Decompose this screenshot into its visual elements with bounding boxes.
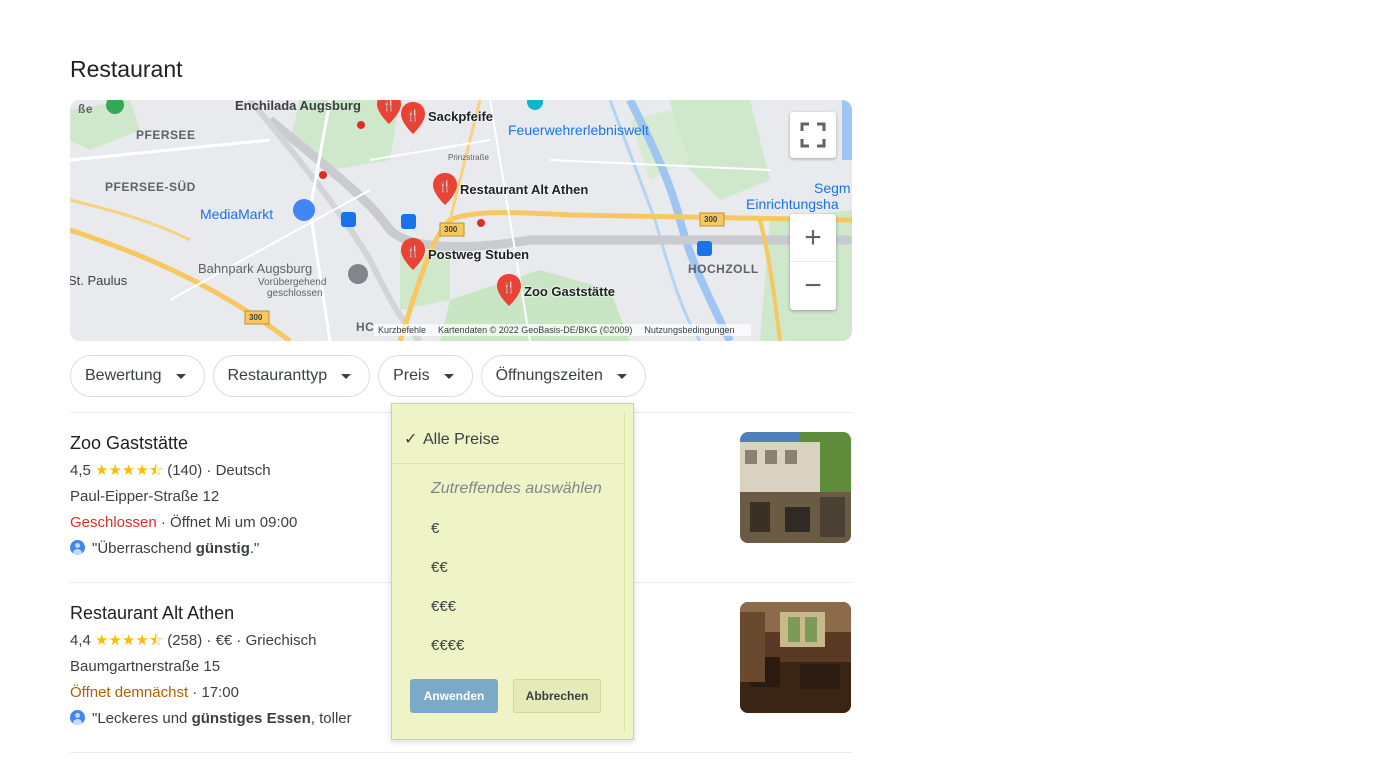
review-text: "Leckeres und [92, 710, 192, 727]
review-text-end: ." [249, 540, 260, 557]
dropdown-hint: Zutreffendes auswählen [431, 480, 602, 497]
filter-chip-opening-hours[interactable]: Öffnungszeiten [480, 355, 646, 397]
filter-chip-rating[interactable]: Bewertung [70, 355, 205, 397]
route-300-label-b: 300 [704, 215, 718, 224]
map-label-alt-athen: Restaurant Alt Athen [460, 182, 589, 197]
rating-value: 4,5 [70, 462, 91, 479]
route-300-label-c: 300 [249, 313, 263, 322]
map-label-einrichtung: Einrichtungsha [746, 196, 839, 212]
map-label-pfersee: PFERSEE [136, 128, 196, 142]
filter-chip-restaurant-type[interactable]: Restauranttyp [212, 355, 371, 397]
keyboard-shortcuts-link[interactable]: Kurzbefehle [378, 325, 426, 335]
map-label-pfersee-sued: PFERSEE-SÜD [105, 180, 196, 194]
option-label: Alle Preise [423, 431, 500, 448]
status-opens-soon: Öffnet demnächst [70, 684, 189, 701]
terms-link[interactable]: Nutzungsbedingungen [644, 325, 734, 335]
price-option-4[interactable]: €€€€ [431, 637, 464, 654]
caret-down-icon [616, 373, 627, 379]
svg-text:🍴: 🍴 [502, 281, 516, 294]
filter-label: Restauranttyp [227, 367, 328, 384]
user-avatar-icon [70, 710, 85, 725]
map-data-text: Kartendaten © 2022 GeoBasis-DE/BKG (©200… [438, 325, 633, 335]
map-label-bahnpark: Bahnpark Augsburg [198, 261, 313, 276]
option-all-prices[interactable]: ✓ Alle Preise [404, 429, 499, 449]
map-label-segm: Segm [814, 180, 851, 196]
restaurant-photo-image [740, 432, 851, 543]
map-label-bahnpark-sub2: geschlossen [267, 288, 323, 299]
zoom-in-button[interactable]: + [790, 214, 836, 262]
svg-text:🍴: 🍴 [438, 180, 452, 193]
zoom-out-button[interactable]: − [790, 262, 836, 310]
review-text-end: , toller [310, 710, 352, 727]
filter-bar: Bewertung Restauranttyp Preis Öffnungsze… [70, 355, 646, 397]
filter-label: Bewertung [85, 367, 162, 384]
filter-label: Preis [393, 367, 430, 384]
status-closed: Geschlossen [70, 514, 157, 531]
map-attribution: Kurzbefehle Kartendaten © 2022 GeoBasis-D… [374, 324, 751, 336]
result-thumbnail[interactable] [740, 432, 851, 543]
map-label-sackpfeife: Sackpfeife [428, 109, 494, 124]
map-pin-alt-athen[interactable]: 🍴 [432, 173, 458, 205]
rating-value: 4,4 [70, 632, 91, 649]
cancel-button[interactable]: Abbrechen [513, 679, 601, 713]
svg-text:🍴: 🍴 [382, 100, 396, 112]
map-pin-postweg[interactable]: 🍴 [400, 238, 426, 270]
filter-label: Öffnungszeiten [495, 367, 603, 384]
hours-text: · 17:00 [188, 684, 239, 701]
map-label-bahnpark-sub1: Vorübergehend [258, 277, 327, 288]
map-label-postweg: Postweg Stuben [428, 247, 530, 262]
price-option-3[interactable]: €€€ [431, 598, 456, 615]
fullscreen-icon [800, 122, 826, 148]
rating-stars-icon: ★★★★⯪ [95, 462, 164, 479]
map-label-feuerwehr: Feuerwehrerlebniswelt [508, 122, 649, 138]
fullscreen-button[interactable] [790, 112, 836, 158]
svg-text:🍴: 🍴 [406, 109, 420, 122]
result-meta: · €€ · Griechisch [202, 632, 317, 649]
user-avatar-icon [70, 540, 85, 555]
map-label-hochzoll: HOCHZOLL [688, 262, 759, 276]
checkmark-icon: ✓ [404, 431, 418, 448]
map-label-roads-left: ße [78, 102, 94, 116]
price-filter-dropdown: ✓ Alle Preise Zutreffendes auswählen € €€… [391, 403, 634, 740]
section-title: Restaurant [70, 56, 183, 82]
caret-down-icon [175, 373, 186, 379]
apply-button[interactable]: Anwenden [410, 679, 498, 713]
review-highlight: günstiges Essen [191, 710, 311, 727]
restaurant-photo-image [740, 602, 851, 713]
review-highlight: günstig [195, 540, 250, 557]
dropdown-separator [392, 463, 624, 464]
review-text: "Überraschend [92, 540, 196, 557]
price-option-2[interactable]: €€ [431, 559, 448, 576]
route-300-label-a: 300 [444, 225, 458, 234]
map-label-prinzstrasse: Prinzstraße [448, 153, 489, 162]
divider [70, 752, 852, 753]
map[interactable]: ße Enchilada Augsburg Sackpfeife Feuerwe… [70, 100, 852, 341]
result-meta: · Deutsch [202, 462, 271, 479]
map-label-mediamarkt: MediaMarkt [200, 206, 274, 222]
hours-text: · Öffnet Mi um 09:00 [156, 514, 298, 531]
caret-down-icon [443, 373, 454, 379]
review-count: (140) [167, 462, 203, 479]
svg-text:🍴: 🍴 [406, 245, 420, 258]
review-count: (258) [167, 632, 203, 649]
map-label-hc: HC [356, 320, 375, 334]
map-label-enchilada: Enchilada Augsburg [235, 100, 361, 113]
map-pin-restaurant[interactable]: 🍴 [376, 100, 402, 124]
map-label-zoo: Zoo Gaststätte [524, 284, 616, 299]
map-pin-sackpfeife[interactable]: 🍴 [400, 102, 426, 134]
map-pin-zoo[interactable]: 🍴 [496, 274, 522, 306]
price-option-1[interactable]: € [431, 520, 439, 537]
dropdown-border-line [624, 412, 625, 732]
zoom-controls: + − [790, 214, 836, 310]
filter-chip-price[interactable]: Preis [378, 355, 473, 397]
result-thumbnail[interactable] [740, 602, 851, 713]
rating-stars-icon: ★★★★⯪ [95, 632, 164, 649]
map-label-st-paulus: St. Paulus [70, 273, 128, 288]
caret-down-icon [341, 373, 352, 379]
